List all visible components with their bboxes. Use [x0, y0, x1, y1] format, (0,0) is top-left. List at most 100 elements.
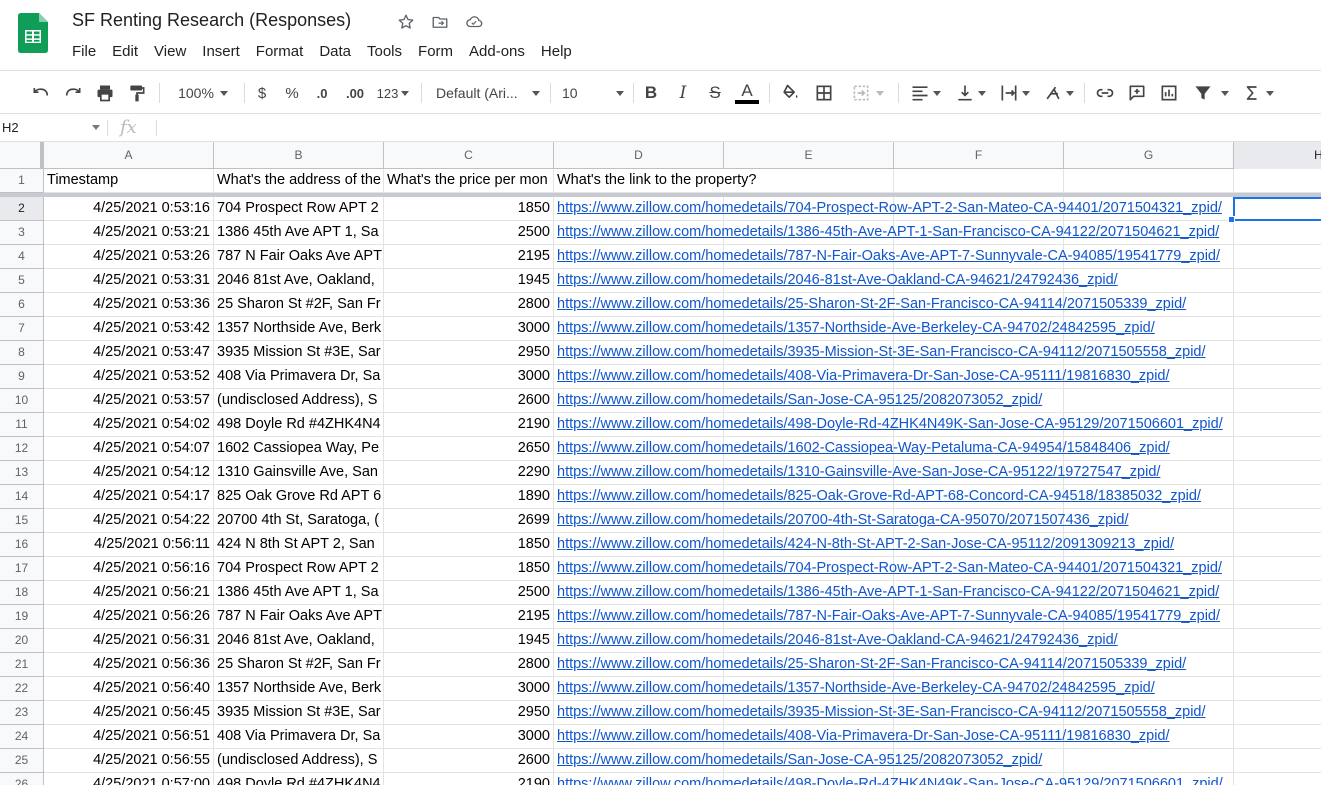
column-header-g[interactable]: G: [1064, 142, 1234, 169]
timestamp-cell[interactable]: 4/25/2021 0:54:02: [44, 413, 214, 437]
menu-data[interactable]: Data: [311, 41, 359, 62]
timestamp-cell[interactable]: 4/25/2021 0:54:17: [44, 485, 214, 509]
address-cell[interactable]: 704 Prospect Row APT 2: [214, 197, 384, 221]
horizontal-align-icon[interactable]: [907, 81, 943, 105]
empty-cell[interactable]: [1064, 169, 1234, 193]
font-size-select[interactable]: 10: [562, 81, 624, 105]
timestamp-cell[interactable]: 4/25/2021 0:53:52: [44, 365, 214, 389]
property-link[interactable]: https://www.zillow.com/homedetails/704-P…: [554, 557, 1314, 581]
timestamp-cell[interactable]: 4/25/2021 0:56:36: [44, 653, 214, 677]
address-cell[interactable]: (undisclosed Address), S: [214, 389, 384, 413]
address-cell[interactable]: 787 N Fair Oaks Ave APT: [214, 245, 384, 269]
property-link[interactable]: https://www.zillow.com/homedetails/2046-…: [554, 629, 1314, 653]
row-number[interactable]: 9: [0, 365, 44, 389]
row-number[interactable]: 4: [0, 245, 44, 269]
column-header-b[interactable]: B: [214, 142, 384, 169]
header-cell-address[interactable]: What's the address of the: [214, 169, 384, 193]
address-cell[interactable]: 1310 Gainsville Ave, San: [214, 461, 384, 485]
property-link[interactable]: https://www.zillow.com/homedetails/1386-…: [554, 221, 1314, 245]
print-icon[interactable]: [94, 81, 116, 105]
property-link[interactable]: https://www.zillow.com/homedetails/424-N…: [554, 533, 1314, 557]
header-cell-link[interactable]: What's the link to the property?: [554, 169, 894, 193]
row-number[interactable]: 10: [0, 389, 44, 413]
header-cell-price[interactable]: What's the price per mon: [384, 169, 554, 193]
menu-edit[interactable]: Edit: [104, 41, 146, 62]
address-cell[interactable]: 1357 Northside Ave, Berk: [214, 677, 384, 701]
price-cell[interactable]: 1850: [384, 533, 554, 557]
merge-cells-icon[interactable]: [845, 81, 889, 105]
redo-icon[interactable]: [62, 81, 84, 105]
timestamp-cell[interactable]: 4/25/2021 0:54:12: [44, 461, 214, 485]
address-cell[interactable]: 2046 81st Ave, Oakland,: [214, 269, 384, 293]
price-cell[interactable]: 2950: [384, 341, 554, 365]
row-number[interactable]: 22: [0, 677, 44, 701]
text-rotation-icon[interactable]: [1040, 81, 1076, 105]
row-number[interactable]: 13: [0, 461, 44, 485]
price-cell[interactable]: 3000: [384, 317, 554, 341]
price-cell[interactable]: 2190: [384, 413, 554, 437]
menu-add-ons[interactable]: Add-ons: [461, 41, 533, 62]
price-cell[interactable]: 3000: [384, 365, 554, 389]
borders-icon[interactable]: [813, 81, 835, 105]
row-number[interactable]: 1: [0, 169, 44, 193]
menu-tools[interactable]: Tools: [359, 41, 410, 62]
address-cell[interactable]: 1602 Cassiopea Way, Pe: [214, 437, 384, 461]
address-cell[interactable]: 825 Oak Grove Rd APT 6: [214, 485, 384, 509]
address-cell[interactable]: 1357 Northside Ave, Berk: [214, 317, 384, 341]
address-cell[interactable]: 408 Via Primavera Dr, Sa: [214, 725, 384, 749]
row-number[interactable]: 6: [0, 293, 44, 317]
price-cell[interactable]: 1890: [384, 485, 554, 509]
address-cell[interactable]: 424 N 8th St APT 2, San: [214, 533, 384, 557]
row-number[interactable]: 7: [0, 317, 44, 341]
menu-insert[interactable]: Insert: [194, 41, 248, 62]
insert-chart-icon[interactable]: [1158, 81, 1180, 105]
property-link[interactable]: https://www.zillow.com/homedetails/408-V…: [554, 725, 1314, 749]
row-number[interactable]: 5: [0, 269, 44, 293]
increase-decimals-button[interactable]: .00: [340, 81, 370, 105]
address-cell[interactable]: 704 Prospect Row APT 2: [214, 557, 384, 581]
property-link[interactable]: https://www.zillow.com/homedetails/787-N…: [554, 605, 1314, 629]
timestamp-cell[interactable]: 4/25/2021 0:57:00: [44, 773, 214, 785]
timestamp-cell[interactable]: 4/25/2021 0:53:26: [44, 245, 214, 269]
price-cell[interactable]: 2650: [384, 437, 554, 461]
sheets-logo-icon[interactable]: [18, 13, 48, 53]
address-cell[interactable]: (undisclosed Address), S: [214, 749, 384, 773]
address-cell[interactable]: 1386 45th Ave APT 1, Sa: [214, 221, 384, 245]
row-number[interactable]: 11: [0, 413, 44, 437]
property-link[interactable]: https://www.zillow.com/homedetails/San-J…: [554, 749, 1314, 773]
cloud-status-icon[interactable]: [464, 12, 484, 32]
timestamp-cell[interactable]: 4/25/2021 0:54:22: [44, 509, 214, 533]
address-cell[interactable]: 498 Doyle Rd #4ZHK4N4: [214, 413, 384, 437]
percent-button[interactable]: %: [282, 81, 302, 105]
price-cell[interactable]: 2290: [384, 461, 554, 485]
menu-form[interactable]: Form: [410, 41, 461, 62]
currency-button[interactable]: $: [252, 81, 272, 105]
price-cell[interactable]: 2195: [384, 605, 554, 629]
address-cell[interactable]: 25 Sharon St #2F, San Fr: [214, 293, 384, 317]
paint-format-icon[interactable]: [126, 81, 148, 105]
fill-color-icon[interactable]: [779, 81, 801, 105]
price-cell[interactable]: 3000: [384, 725, 554, 749]
timestamp-cell[interactable]: 4/25/2021 0:56:40: [44, 677, 214, 701]
timestamp-cell[interactable]: 4/25/2021 0:53:36: [44, 293, 214, 317]
bold-button[interactable]: B: [641, 81, 661, 105]
property-link[interactable]: https://www.zillow.com/homedetails/San-J…: [554, 389, 1314, 413]
insert-comment-icon[interactable]: [1126, 81, 1148, 105]
more-formats-button[interactable]: 123: [374, 81, 412, 105]
empty-cell[interactable]: [1234, 169, 1321, 193]
row-number[interactable]: 19: [0, 605, 44, 629]
fill-handle[interactable]: [1228, 216, 1235, 223]
font-family-select[interactable]: Default (Ari...: [436, 81, 540, 105]
property-link[interactable]: https://www.zillow.com/homedetails/408-V…: [554, 365, 1314, 389]
column-header-f[interactable]: F: [894, 142, 1064, 169]
property-link[interactable]: https://www.zillow.com/homedetails/1310-…: [554, 461, 1314, 485]
timestamp-cell[interactable]: 4/25/2021 0:56:11: [44, 533, 214, 557]
zoom-select[interactable]: 100%: [172, 81, 234, 105]
price-cell[interactable]: 2800: [384, 293, 554, 317]
property-link[interactable]: https://www.zillow.com/homedetails/3935-…: [554, 701, 1314, 725]
price-cell[interactable]: 1850: [384, 557, 554, 581]
column-header-h[interactable]: H: [1234, 142, 1321, 169]
header-cell-timestamp[interactable]: Timestamp: [44, 169, 214, 193]
price-cell[interactable]: 2800: [384, 653, 554, 677]
address-cell[interactable]: 787 N Fair Oaks Ave APT: [214, 605, 384, 629]
